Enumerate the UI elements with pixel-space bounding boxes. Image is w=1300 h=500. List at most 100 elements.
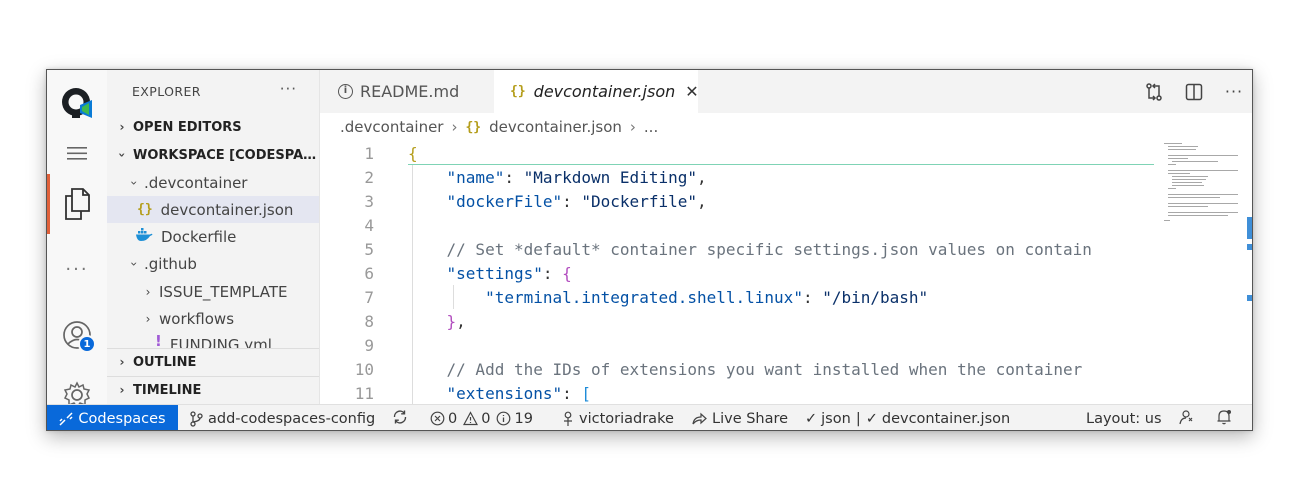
- chevron-down-icon: ›: [127, 261, 141, 266]
- info-icon: [496, 411, 511, 426]
- close-icon[interactable]: ✕: [685, 82, 698, 101]
- braces-icon: {}: [465, 119, 482, 135]
- chevron-down-icon: ›: [115, 152, 129, 158]
- check-icon: ✓: [805, 410, 818, 427]
- remote-indicator[interactable]: Codespaces: [47, 405, 178, 430]
- chevron-right-icon: ›: [119, 383, 125, 397]
- branch-status[interactable]: add-codespaces-config: [190, 405, 375, 430]
- language-status[interactable]: ✓ json | ✓ devcontainer.json: [805, 405, 1011, 430]
- notifications-button[interactable]: [1215, 405, 1233, 430]
- code-line: 4: [320, 213, 1154, 237]
- editor-actions: ···: [1134, 70, 1252, 113]
- code-line: 11 "extensions": [: [320, 381, 1154, 404]
- feedback-icon: [1177, 408, 1195, 430]
- explorer-title: EXPLORER: [132, 84, 201, 99]
- accounts-icon[interactable]: [47, 318, 107, 352]
- section-open-editors[interactable]: › OPEN EDITORS: [107, 114, 319, 140]
- open-changes-icon[interactable]: [1134, 82, 1174, 102]
- tree-item-issue-template[interactable]: › ISSUE_TEMPLATE: [107, 278, 319, 305]
- minimap-marker: [1247, 217, 1252, 239]
- tab-label: devcontainer.json: [533, 82, 676, 101]
- line-number: 7: [364, 287, 374, 307]
- tab-label: README.md: [360, 82, 460, 101]
- feedback-button[interactable]: [1177, 405, 1195, 430]
- live-share-button[interactable]: Live Share: [691, 405, 789, 430]
- person-icon: [562, 411, 574, 427]
- chevron-right-icon: ›: [119, 355, 125, 369]
- more-actions-icon[interactable]: ···: [1214, 82, 1252, 101]
- accounts-badge: 1: [78, 335, 96, 353]
- section-outline[interactable]: › OUTLINE: [107, 349, 319, 375]
- tree-item-label: .devcontainer: [144, 173, 248, 192]
- code-line: 6 "settings": {: [320, 261, 1154, 285]
- tree-item-devcontainer-folder[interactable]: › .devcontainer: [107, 169, 319, 196]
- chevron-right-icon: ›: [145, 311, 151, 326]
- line-number: 8: [364, 311, 374, 331]
- chevron-right-icon: ›: [629, 118, 636, 136]
- chevron-right-icon: ›: [145, 284, 151, 299]
- tree-item-dockerfile[interactable]: Dockerfile: [107, 223, 319, 250]
- split-editor-icon[interactable]: [1174, 83, 1214, 101]
- info-count: 19: [514, 410, 533, 427]
- section-label: OPEN EDITORS: [133, 119, 242, 135]
- line-number: 10: [354, 359, 374, 379]
- tree-item-github-folder[interactable]: › .github: [107, 250, 319, 277]
- breadcrumb-file[interactable]: devcontainer.json: [489, 118, 622, 136]
- activity-bar: ··· 1: [47, 70, 107, 409]
- error-icon: [430, 411, 445, 426]
- tree-item-devcontainer-json[interactable]: {} devcontainer.json: [107, 196, 319, 223]
- keyboard-layout-status[interactable]: Layout: us: [1086, 405, 1162, 430]
- tab-devcontainer-json[interactable]: {} devcontainer.json ✕: [494, 70, 699, 113]
- explorer-files-icon[interactable]: [47, 184, 107, 224]
- editor-tab-bar: i README.md {} devcontainer.json ✕ ···: [320, 70, 1252, 113]
- user-status[interactable]: victoriadrake: [562, 405, 674, 430]
- separator: |: [855, 410, 861, 427]
- tree-item-funding-yml[interactable]: ! FUNDING.yml: [107, 332, 319, 348]
- json-file-icon: {}: [137, 202, 153, 217]
- live-share-label: Live Share: [712, 410, 789, 427]
- minimap-marker: [1247, 244, 1252, 250]
- error-count: 0: [448, 410, 458, 427]
- yaml-file-icon: !: [155, 332, 162, 348]
- tree-item-label: workflows: [159, 309, 235, 328]
- vscode-window: ··· 1 EXPLORER ··· › OPEN EDITORS › WORK…: [46, 69, 1253, 431]
- breadcrumb-symbol[interactable]: ...: [644, 118, 658, 136]
- language-label: json: [821, 410, 851, 427]
- warning-icon: [463, 411, 479, 426]
- bell-icon: [1215, 408, 1233, 430]
- line-number: 9: [364, 335, 374, 355]
- code-line: 3 "dockerFile": "Dockerfile",: [320, 189, 1154, 213]
- schema-label: devcontainer.json: [881, 410, 1011, 427]
- code-editor[interactable]: 1 { 2 "name": "Markdown Editing", 3 "doc…: [320, 141, 1252, 404]
- status-bar: Codespaces add-codespaces-config 0 0 19 …: [47, 404, 1252, 430]
- live-share-icon: [691, 411, 707, 427]
- tab-readme[interactable]: i README.md: [320, 70, 494, 113]
- line-number: 4: [364, 215, 374, 235]
- warning-count: 0: [481, 410, 491, 427]
- problems-status[interactable]: 0 0 19: [430, 405, 533, 430]
- git-branch-icon: [190, 410, 203, 427]
- explorer-more-actions-icon[interactable]: ···: [280, 80, 297, 98]
- code-line: 9: [320, 333, 1154, 357]
- braces-icon: {}: [510, 84, 526, 99]
- minimap-marker: [1247, 295, 1252, 301]
- code-line: 8 },: [320, 309, 1154, 333]
- section-label: WORKSPACE [CODESPACES]: [133, 147, 319, 163]
- section-timeline[interactable]: › TIMELINE: [107, 377, 319, 403]
- section-label: TIMELINE: [133, 382, 202, 398]
- line-number: 2: [364, 167, 374, 187]
- section-workspace[interactable]: › WORKSPACE [CODESPACES]: [107, 142, 319, 168]
- github-vscode-logo-icon: [47, 84, 107, 122]
- layout-label: Layout: us: [1086, 410, 1162, 427]
- minimap[interactable]: [1154, 141, 1252, 404]
- tree-item-workflows[interactable]: › workflows: [107, 305, 319, 332]
- breadcrumb-folder[interactable]: .devcontainer: [340, 118, 443, 136]
- user-label: victoriadrake: [579, 410, 674, 427]
- sync-button[interactable]: [392, 405, 408, 430]
- menu-icon[interactable]: [47, 140, 107, 166]
- remote-icon: [59, 411, 73, 426]
- code-line: 5 // Set *default* container specific se…: [320, 237, 1154, 261]
- line-number: 5: [364, 239, 374, 259]
- more-views-icon[interactable]: ···: [47, 256, 107, 282]
- section-label: OUTLINE: [133, 354, 197, 370]
